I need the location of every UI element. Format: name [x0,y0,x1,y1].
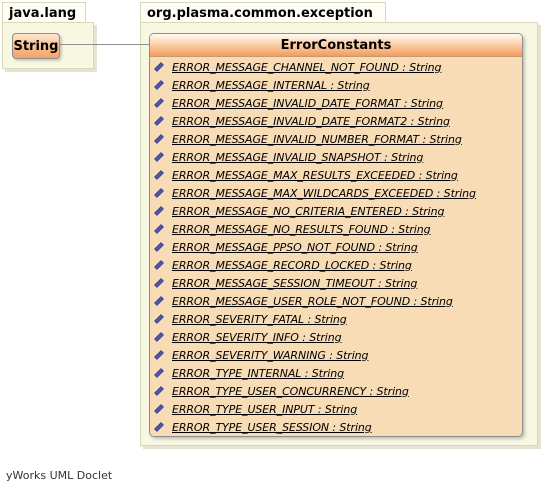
class-error-constants[interactable]: ErrorConstants ERROR_MESSAGE_CHANNEL_NOT… [149,33,523,437]
attribute-row[interactable]: ERROR_SEVERITY_WARNING : String [150,346,522,364]
attribute-row[interactable]: ERROR_TYPE_USER_CONCURRENCY : String [150,382,522,400]
static-field-diamond-icon [154,98,164,108]
attribute-label: ERROR_TYPE_INTERNAL : String [172,366,344,380]
static-field-diamond-icon [154,242,164,252]
static-field-diamond-icon [154,80,164,90]
footer-credit: yWorks UML Doclet [6,469,113,482]
attribute-row[interactable]: ERROR_MESSAGE_RECORD_LOCKED : String [150,256,522,274]
attribute-row[interactable]: ERROR_MESSAGE_NO_CRITERIA_ENTERED : Stri… [150,202,522,220]
attribute-row[interactable]: ERROR_MESSAGE_CHANNEL_NOT_FOUND : String [150,58,522,76]
attribute-label: ERROR_MESSAGE_NO_RESULTS_FOUND : String [172,222,431,236]
attribute-row[interactable]: ERROR_MESSAGE_INVALID_DATE_FORMAT2 : Str… [150,112,522,130]
attribute-label: ERROR_MESSAGE_INVALID_DATE_FORMAT2 : Str… [172,114,450,128]
static-field-diamond-icon [154,422,164,432]
static-field-diamond-icon [154,134,164,144]
attribute-label: ERROR_MESSAGE_RECORD_LOCKED : String [172,258,412,272]
static-field-diamond-icon [154,206,164,216]
static-field-diamond-icon [154,152,164,162]
attribute-row[interactable]: ERROR_TYPE_USER_INPUT : String [150,400,522,418]
attribute-label: ERROR_TYPE_USER_CONCURRENCY : String [172,384,409,398]
class-error-constants-name: ErrorConstants [280,37,392,53]
package-exception-tab: org.plasma.common.exception [140,2,386,23]
static-field-diamond-icon [154,296,164,306]
attribute-label: ERROR_SEVERITY_WARNING : String [172,348,369,362]
attribute-label: ERROR_MESSAGE_INVALID_SNAPSHOT : String [172,150,424,164]
package-exception-name: org.plasma.common.exception [147,6,373,21]
attribute-row[interactable]: ERROR_SEVERITY_INFO : String [150,328,522,346]
static-field-diamond-icon [154,368,164,378]
static-field-diamond-icon [154,188,164,198]
class-error-constants-header: ErrorConstants [150,34,522,57]
attribute-list: ERROR_MESSAGE_CHANNEL_NOT_FOUND : String… [150,58,522,436]
attribute-row[interactable]: ERROR_MESSAGE_PPSO_NOT_FOUND : String [150,238,522,256]
attribute-row[interactable]: ERROR_MESSAGE_INVALID_DATE_FORMAT : Stri… [150,94,522,112]
attribute-label: ERROR_MESSAGE_NO_CRITERIA_ENTERED : Stri… [172,204,445,218]
attribute-row[interactable]: ERROR_MESSAGE_USER_ROLE_NOT_FOUND : Stri… [150,292,522,310]
class-string[interactable]: String [12,33,60,59]
attribute-label: ERROR_MESSAGE_MAX_WILDCARDS_EXCEEDED : S… [172,186,476,200]
attribute-label: ERROR_MESSAGE_INVALID_NUMBER_FORMAT : St… [172,132,462,146]
association-line [59,44,149,45]
static-field-diamond-icon [154,404,164,414]
attribute-label: ERROR_MESSAGE_INVALID_DATE_FORMAT : Stri… [172,96,443,110]
attribute-row[interactable]: ERROR_MESSAGE_INVALID_SNAPSHOT : String [150,148,522,166]
attribute-label: ERROR_MESSAGE_CHANNEL_NOT_FOUND : String [172,60,442,74]
attribute-row[interactable]: ERROR_MESSAGE_SESSION_TIMEOUT : String [150,274,522,292]
attribute-row[interactable]: ERROR_TYPE_INTERNAL : String [150,364,522,382]
static-field-diamond-icon [154,170,164,180]
package-java-lang-body: String [2,22,94,69]
attribute-label: ERROR_TYPE_USER_INPUT : String [172,402,358,416]
attribute-label: ERROR_SEVERITY_INFO : String [172,330,342,344]
attribute-row[interactable]: ERROR_MESSAGE_NO_RESULTS_FOUND : String [150,220,522,238]
attribute-row[interactable]: ERROR_MESSAGE_INTERNAL : String [150,76,522,94]
static-field-diamond-icon [154,350,164,360]
attribute-label: ERROR_SEVERITY_FATAL : String [172,312,347,326]
static-field-diamond-icon [154,260,164,270]
attribute-label: ERROR_MESSAGE_INTERNAL : String [172,78,370,92]
attribute-row[interactable]: ERROR_MESSAGE_MAX_RESULTS_EXCEEDED : Str… [150,166,522,184]
static-field-diamond-icon [154,116,164,126]
static-field-diamond-icon [154,314,164,324]
class-string-name: String [13,38,59,54]
static-field-diamond-icon [154,386,164,396]
attribute-label: ERROR_MESSAGE_USER_ROLE_NOT_FOUND : Stri… [172,294,453,308]
static-field-diamond-icon [154,62,164,72]
attribute-row[interactable]: ERROR_SEVERITY_FATAL : String [150,310,522,328]
package-java-lang-tab: java.lang [2,2,86,23]
attribute-row[interactable]: ERROR_MESSAGE_INVALID_NUMBER_FORMAT : St… [150,130,522,148]
static-field-diamond-icon [154,332,164,342]
attribute-label: ERROR_MESSAGE_SESSION_TIMEOUT : String [172,276,418,290]
attribute-label: ERROR_TYPE_USER_SESSION : String [172,420,372,434]
package-java-lang-name: java.lang [9,6,77,21]
attribute-row[interactable]: ERROR_MESSAGE_MAX_WILDCARDS_EXCEEDED : S… [150,184,522,202]
attribute-row[interactable]: ERROR_TYPE_USER_SESSION : String [150,418,522,436]
attribute-label: ERROR_MESSAGE_MAX_RESULTS_EXCEEDED : Str… [172,168,458,182]
attribute-label: ERROR_MESSAGE_PPSO_NOT_FOUND : String [172,240,418,254]
static-field-diamond-icon [154,224,164,234]
static-field-diamond-icon [154,278,164,288]
